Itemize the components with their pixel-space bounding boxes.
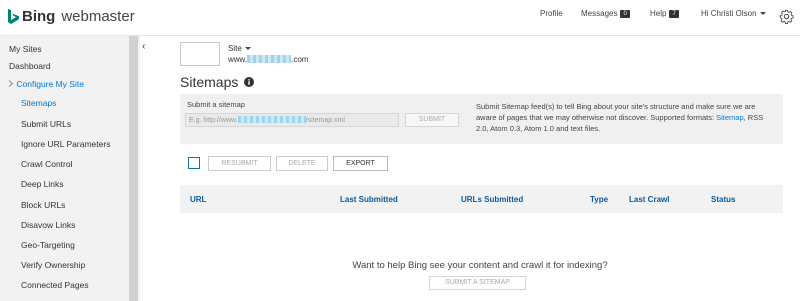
sidebar-item-disavow-links[interactable]: Disavow Links bbox=[21, 220, 75, 230]
column-header-url[interactable]: URL bbox=[190, 195, 206, 204]
sitemap-help-link[interactable]: Sitemap bbox=[716, 113, 744, 122]
messages-count-badge: 0 bbox=[620, 10, 630, 18]
messages-link[interactable]: Messages 0 bbox=[581, 9, 630, 18]
bing-logo-icon bbox=[8, 9, 19, 24]
empty-state-message: Want to help Bing see your content and c… bbox=[352, 260, 608, 271]
sidebar-item-block-urls[interactable]: Block URLs bbox=[21, 200, 65, 210]
messages-label: Messages bbox=[581, 9, 618, 18]
chevron-right-icon bbox=[8, 80, 14, 87]
sidebar-item-submit-urls[interactable]: Submit URLs bbox=[21, 119, 71, 129]
delete-button[interactable]: DELETE bbox=[276, 156, 328, 171]
export-button[interactable]: EXPORT bbox=[333, 156, 388, 171]
sitemap-url-input[interactable]: E.g. http://www./sitemap.xml bbox=[185, 113, 399, 127]
column-header-urls-submitted[interactable]: URLs Submitted bbox=[461, 195, 523, 204]
sidebar-item-sitemaps[interactable]: Sitemaps bbox=[21, 98, 56, 108]
sidebar-item-ignore-url-parameters[interactable]: Ignore URL Parameters bbox=[21, 139, 110, 149]
column-header-status[interactable]: Status bbox=[711, 195, 735, 204]
submit-a-sitemap-button[interactable]: SUBMIT A SITEMAP bbox=[429, 276, 526, 290]
sidebar-item-dashboard[interactable]: Dashboard bbox=[9, 61, 51, 71]
column-header-last-submitted[interactable]: Last Submitted bbox=[340, 195, 398, 204]
left-sidebar: My Sites Dashboard Configure My Site Sit… bbox=[0, 36, 140, 301]
column-header-type[interactable]: Type bbox=[590, 195, 608, 204]
site-label: Site bbox=[228, 44, 242, 53]
column-header-last-crawl[interactable]: Last Crawl bbox=[629, 195, 669, 204]
page-title: Sitemaps bbox=[180, 74, 239, 90]
submit-button[interactable]: SUBMIT bbox=[405, 113, 459, 127]
gear-icon[interactable] bbox=[779, 9, 794, 24]
info-icon[interactable] bbox=[244, 77, 254, 87]
user-greeting: Hi Christi Olson bbox=[701, 9, 757, 18]
site-thumbnail bbox=[180, 42, 220, 66]
collapse-sidebar-icon[interactable]: ‹ bbox=[142, 41, 145, 52]
help-label: Help bbox=[650, 9, 667, 18]
product-name: webmaster bbox=[61, 8, 135, 25]
sidebar-item-crawl-control[interactable]: Crawl Control bbox=[21, 159, 73, 169]
site-url: www. .com bbox=[228, 55, 309, 64]
chevron-down-icon bbox=[759, 12, 766, 15]
redacted-domain bbox=[247, 55, 292, 63]
sidebar-item-geo-targeting[interactable]: Geo-Targeting bbox=[21, 240, 75, 250]
submit-sitemap-label: Submit a sitemap bbox=[187, 100, 245, 109]
sidebar-scrollbar[interactable] bbox=[129, 36, 138, 301]
sidebar-item-deep-links[interactable]: Deep Links bbox=[21, 179, 64, 189]
brand-name: Bing bbox=[22, 8, 56, 25]
redacted-domain bbox=[237, 116, 306, 123]
sidebar-item-my-sites[interactable]: My Sites bbox=[9, 44, 42, 54]
bing-webmaster-logo[interactable]: Bing webmaster bbox=[8, 8, 135, 25]
select-all-checkbox[interactable] bbox=[188, 157, 200, 169]
user-menu[interactable]: Hi Christi Olson bbox=[701, 9, 766, 18]
sitemap-help-text: Submit Sitemap feed(s) to tell Bing abou… bbox=[476, 102, 764, 133]
help-count-badge: 7 bbox=[669, 10, 679, 18]
site-selector[interactable]: Site bbox=[228, 44, 251, 53]
profile-link[interactable]: Profile bbox=[540, 9, 563, 18]
chevron-down-icon bbox=[244, 47, 251, 50]
sidebar-item-connected-pages[interactable]: Connected Pages bbox=[21, 280, 89, 290]
sidebar-item-verify-ownership[interactable]: Verify Ownership bbox=[21, 260, 85, 270]
resubmit-button[interactable]: RESUBMIT bbox=[208, 156, 271, 171]
help-link[interactable]: Help 7 bbox=[650, 9, 679, 18]
top-header: Bing webmaster Profile Messages 0 Help 7 H… bbox=[0, 0, 800, 36]
sidebar-group-configure-my-site[interactable]: Configure My Site bbox=[8, 79, 84, 89]
sidebar-group-label: Configure My Site bbox=[16, 79, 84, 89]
